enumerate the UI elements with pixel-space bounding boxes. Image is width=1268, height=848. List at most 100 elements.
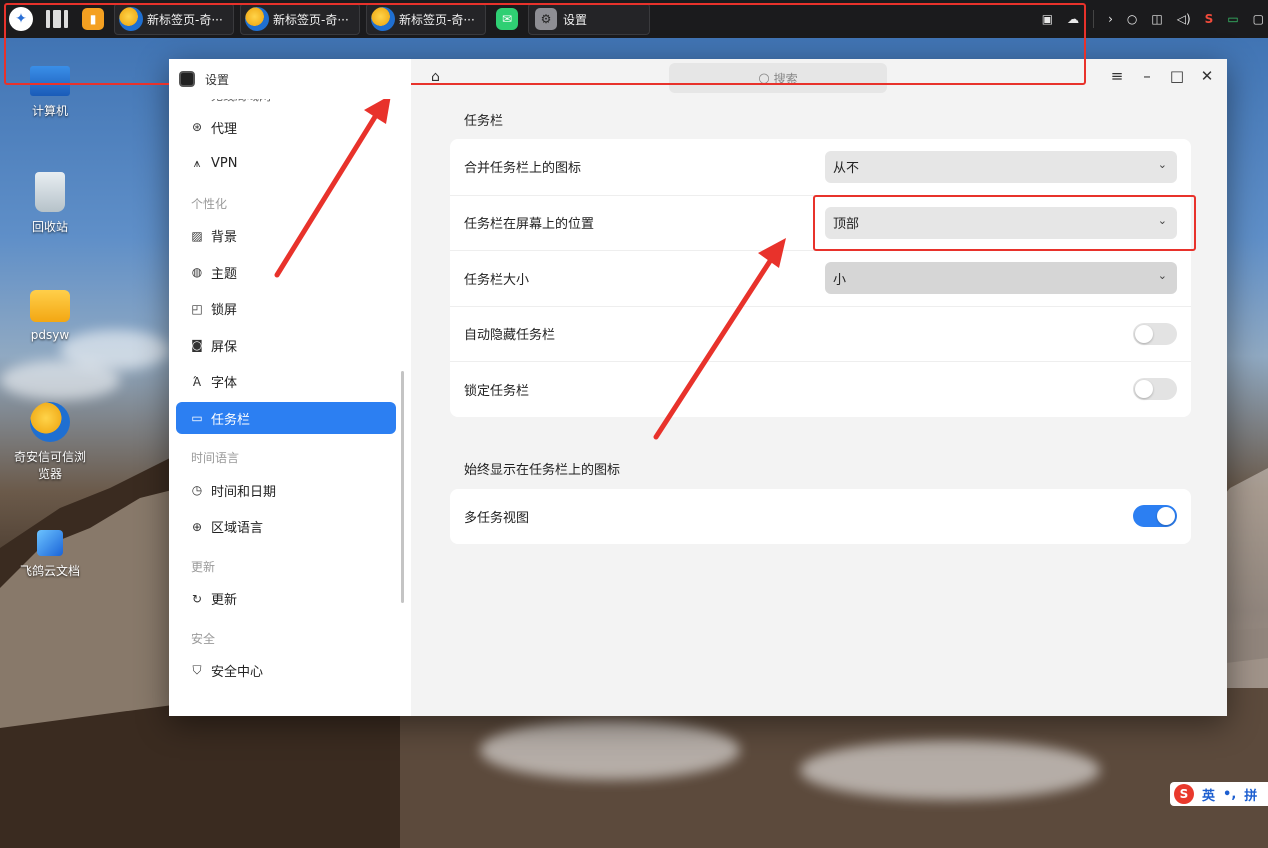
refresh-icon: ↻ — [191, 591, 203, 606]
computer-icon — [30, 66, 70, 96]
sidebar-item-label: 时间和日期 — [211, 484, 277, 500]
multitask-view-toggle[interactable] — [1133, 505, 1177, 528]
search-input[interactable]: ○ 搜索 — [669, 63, 887, 93]
taskbar-app-label: 新标签页-奇··· — [399, 12, 475, 27]
sidebar-item-label: 任务栏 — [211, 412, 251, 428]
notification-icon[interactable]: ◫ — [1151, 12, 1162, 26]
desktop-icon-docs[interactable]: 飞鸽云文档 — [10, 530, 90, 579]
desktop-icon-folder[interactable]: pdsyw — [10, 290, 90, 342]
sidebar-item-label: 锁屏 — [211, 303, 238, 318]
volume-icon[interactable]: ◁) — [1177, 12, 1191, 26]
lock-taskbar-toggle[interactable] — [1133, 378, 1177, 401]
setting-row-multitask-view: 多任务视图 — [450, 489, 1191, 545]
sogou-ime-icon[interactable]: S — [1205, 12, 1214, 26]
select-value: 顶部 — [833, 217, 860, 233]
sidebar-item-label: 代理 — [211, 121, 238, 137]
sidebar-item-theme[interactable]: ◍ 主题 — [176, 256, 396, 288]
sidebar-group-security: 安全 — [191, 631, 216, 646]
launcher-button[interactable]: ✦ — [6, 4, 36, 34]
taskbar-app-browser-2[interactable]: 新标签页-奇··· — [240, 3, 360, 35]
ime-toolbar[interactable]: S 英 •, 拼 — [1170, 782, 1268, 806]
search-icon[interactable]: ○ — [1127, 12, 1137, 26]
sidebar-item-lockscreen[interactable]: ◰ 锁屏 — [176, 293, 396, 325]
taskbar-app-settings[interactable]: ⚙ 设置 — [528, 3, 650, 35]
ime-lang-label: 英 — [1202, 788, 1216, 804]
desktop-icon-computer[interactable]: 计算机 — [10, 62, 90, 119]
sidebar-group-personalization: 个性化 — [191, 196, 228, 211]
sidebar-item-taskbar[interactable]: ▭ 任务栏 — [176, 402, 396, 434]
chevron-right-icon[interactable]: › — [1108, 12, 1113, 26]
maximize-icon[interactable]: □ — [1167, 67, 1187, 85]
sidebar-item-proxy[interactable]: ⊛ 代理 — [176, 111, 396, 143]
taskbar-app-browser-3[interactable]: 新标签页-奇··· — [366, 3, 486, 35]
taskbar-app-label: 设置 — [563, 12, 588, 27]
setting-label: 任务栏在屏幕上的位置 — [464, 217, 595, 233]
font-icon: Ά — [192, 374, 202, 389]
sidebar-item-background[interactable]: ▨ 背景 — [176, 220, 396, 252]
sidebar-item-font[interactable]: Ά 字体 — [176, 366, 396, 398]
sidebar-item-update[interactable]: ↻ 更新 — [176, 583, 396, 615]
sidebar-item-label: 字体 — [211, 376, 238, 391]
window-title-bar: 设置 — [169, 59, 411, 99]
cloud-icon[interactable]: ☁ — [1067, 12, 1079, 26]
message-app-icon: ✉ — [496, 8, 518, 30]
palette-icon: ◍ — [191, 265, 203, 279]
vpn-icon: ⩚ — [193, 156, 201, 170]
taskbar-settings-card: 合并任务栏上的图标 从不 ⌄ 任务栏在屏幕上的位置 顶部 ⌄ 任务栏大小 小 ⌄ — [450, 139, 1191, 417]
taskbar-app-browser-1[interactable]: 新标签页-奇··· — [114, 3, 234, 35]
taskbar-app-green[interactable]: ✉ — [492, 4, 522, 34]
desktop-icon-browser[interactable]: 奇安信可信浏览器 — [10, 402, 90, 482]
close-icon[interactable]: ✕ — [1197, 67, 1217, 85]
setting-row-auto-hide: 自动隐藏任务栏 — [450, 305, 1191, 362]
multitask-view-button[interactable] — [42, 4, 72, 34]
browser-icon — [245, 7, 269, 31]
select-value: 从不 — [833, 161, 860, 177]
sidebar-item-label: 屏保 — [211, 339, 238, 355]
merge-icons-select[interactable]: 从不 ⌄ — [825, 150, 1177, 183]
taskbar-app-label: 新标签页-奇··· — [147, 12, 223, 27]
taskbar-position-select[interactable]: 顶部 ⌄ — [825, 206, 1177, 239]
desktop-icon-label: 计算机 — [31, 104, 68, 118]
launcher-icon: ✦ — [9, 7, 33, 31]
home-icon[interactable]: ⌂ — [431, 69, 449, 87]
sidebar-item-screensaver[interactable]: ◙ 屏保 — [176, 329, 396, 361]
sidebar-item-datetime[interactable]: ◷ 时间和日期 — [176, 474, 396, 506]
desktop-icon-trash[interactable]: 回收站 — [10, 172, 90, 235]
always-show-card: 多任务视图 — [450, 488, 1191, 545]
file-manager-button[interactable]: ▮ — [78, 4, 108, 34]
sidebar-group-time-language: 时间语言 — [191, 451, 240, 465]
menu-icon[interactable]: ≡ — [1107, 67, 1127, 85]
settings-sidebar: 设置 ≈ 无线局域网 ⊛ 代理 ⩚ VPN 个性化 ▨ 背景 ◍ 主题 — [169, 59, 411, 716]
desktop-icon-label: 飞鸽云文档 — [19, 564, 80, 578]
section-title-always-show: 始终显示在任务栏上的图标 — [464, 463, 621, 478]
sidebar-item-vpn[interactable]: ⩚ VPN — [176, 148, 396, 180]
battery-icon[interactable]: ▭ — [1227, 12, 1238, 26]
sidebar-item-security-center[interactable]: ⛉ 安全中心 — [176, 655, 396, 687]
display-icon[interactable]: ▢ — [1253, 12, 1264, 26]
clipboard-icon[interactable]: ▣ — [1042, 12, 1053, 26]
shield-icon: ⛉ — [192, 663, 202, 677]
setting-row-merge-icons: 合并任务栏上的图标 从不 ⌄ — [450, 139, 1191, 195]
toggle-knob — [1135, 380, 1153, 399]
desktop-icon-label: 奇安信可信浏览器 — [13, 450, 86, 481]
browser-icon — [119, 7, 143, 31]
auto-hide-toggle[interactable] — [1133, 322, 1177, 345]
sidebar-item-region-language[interactable]: ⊕ 区域语言 — [176, 511, 396, 543]
proxy-icon: ⊛ — [191, 120, 203, 134]
section-title-taskbar: 任务栏 — [464, 113, 504, 129]
settings-content: 任务栏 合并任务栏上的图标 从不 ⌄ 任务栏在屏幕上的位置 顶部 ⌄ 任务栏大小 — [450, 99, 1191, 544]
setting-label: 多任务视图 — [464, 510, 530, 526]
sidebar-item-label: VPN — [211, 156, 238, 171]
wallpaper-cloud — [800, 740, 1100, 800]
tray-divider — [1093, 10, 1095, 28]
sidebar-scrollbar[interactable] — [401, 371, 404, 603]
desktop-icon-label: 回收站 — [31, 220, 68, 234]
sogou-logo-icon: S — [1174, 784, 1194, 804]
minimize-icon[interactable]: – — [1137, 67, 1157, 85]
taskbar-size-select[interactable]: 小 ⌄ — [825, 262, 1177, 295]
setting-label: 自动隐藏任务栏 — [464, 328, 556, 344]
settings-window: 设置 ≈ 无线局域网 ⊛ 代理 ⩚ VPN 个性化 ▨ 背景 ◍ 主题 — [169, 59, 1227, 716]
search-placeholder: 搜索 — [773, 71, 798, 86]
search-icon: ○ — [758, 70, 770, 86]
browser-icon — [30, 402, 70, 442]
